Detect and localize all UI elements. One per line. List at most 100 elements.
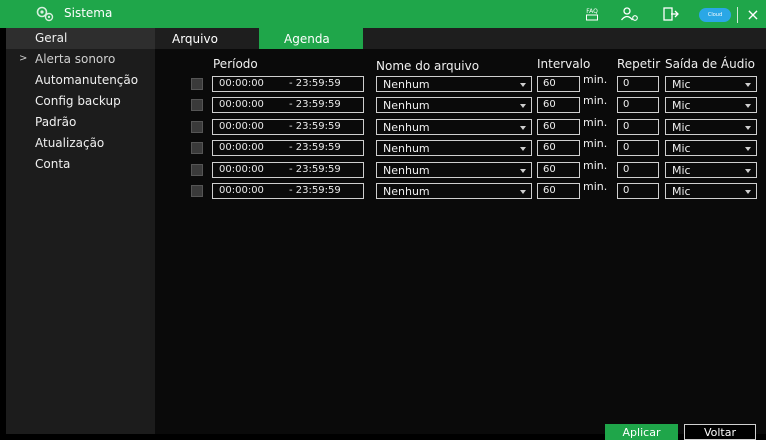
time-range-field[interactable]: 00:00:00 - 23:59:59 xyxy=(212,162,364,178)
end-time: - 23:59:59 xyxy=(289,164,341,175)
sidebar-item-padrao[interactable]: Padrão xyxy=(6,112,155,133)
apply-button[interactable]: Aplicar xyxy=(605,424,678,440)
window-title: Sistema xyxy=(64,6,113,20)
row-checkbox[interactable] xyxy=(191,142,203,154)
sidebar-item-atualizacao[interactable]: Atualização xyxy=(6,133,155,154)
sidebar-item-conta[interactable]: Conta xyxy=(6,154,155,175)
chevron-down-icon xyxy=(745,83,751,87)
faq-icon[interactable]: FAQ xyxy=(581,0,603,28)
audio-output-select[interactable]: Mic xyxy=(665,140,757,156)
chevron-down-icon xyxy=(520,83,526,87)
audio-select-value: Mic xyxy=(672,164,691,177)
start-time: 00:00:00 xyxy=(219,121,264,132)
header-repetir: Repetir xyxy=(617,57,661,71)
row-checkbox[interactable] xyxy=(191,164,203,176)
header-intervalo: Intervalo xyxy=(537,57,591,71)
audio-output-select[interactable]: Mic xyxy=(665,183,757,199)
users-settings-icon[interactable] xyxy=(618,0,642,28)
audio-output-select[interactable]: Mic xyxy=(665,119,757,135)
row-checkbox[interactable] xyxy=(191,121,203,133)
cloud-icon[interactable]: Cloud xyxy=(699,8,731,22)
chevron-down-icon xyxy=(745,169,751,173)
audio-select-value: Mic xyxy=(672,185,691,198)
gears-icon xyxy=(36,6,54,22)
main-panel: Arquivo Agenda Período Nome do arquivo I… xyxy=(155,28,766,440)
audio-select-value: Mic xyxy=(672,142,691,155)
title-bar: Sistema FAQ Cloud × xyxy=(0,0,766,28)
end-time: - 23:59:59 xyxy=(289,121,341,132)
time-range-field[interactable]: 00:00:00 - 23:59:59 xyxy=(212,97,364,113)
interval-unit: min. xyxy=(583,180,608,193)
back-button[interactable]: Voltar xyxy=(684,424,756,440)
repeat-input[interactable]: 0 xyxy=(617,140,659,156)
close-icon[interactable]: × xyxy=(743,0,763,28)
chevron-down-icon xyxy=(745,126,751,130)
file-select[interactable]: Nenhum xyxy=(376,119,532,135)
interval-unit: min. xyxy=(583,94,608,107)
sidebar-section-geral[interactable]: Geral xyxy=(6,28,155,49)
audio-select-value: Mic xyxy=(672,99,691,112)
repeat-input[interactable]: 0 xyxy=(617,76,659,92)
repeat-input[interactable]: 0 xyxy=(617,97,659,113)
file-select[interactable]: Nenhum xyxy=(376,140,532,156)
start-time: 00:00:00 xyxy=(219,164,264,175)
file-select-value: Nenhum xyxy=(383,99,430,112)
interval-input[interactable]: 60 xyxy=(537,119,580,135)
interval-input[interactable]: 60 xyxy=(537,76,580,92)
file-select[interactable]: Nenhum xyxy=(376,162,532,178)
end-time: - 23:59:59 xyxy=(289,142,341,153)
chevron-down-icon xyxy=(745,190,751,194)
table-row: 00:00:00 - 23:59:59 Nenhum 60 min. 0 Mic xyxy=(155,73,766,92)
interval-unit: min. xyxy=(583,159,608,172)
file-select[interactable]: Nenhum xyxy=(376,76,532,92)
start-time: 00:00:00 xyxy=(219,185,264,196)
sidebar-item-config-backup[interactable]: Config backup xyxy=(6,91,155,112)
chevron-down-icon xyxy=(745,147,751,151)
file-select[interactable]: Nenhum xyxy=(376,183,532,199)
audio-output-select[interactable]: Mic xyxy=(665,97,757,113)
tab-arquivo[interactable]: Arquivo xyxy=(155,28,259,49)
title-divider xyxy=(737,7,738,23)
interval-unit: min. xyxy=(583,73,608,86)
time-range-field[interactable]: 00:00:00 - 23:59:59 xyxy=(212,183,364,199)
interval-input[interactable]: 60 xyxy=(537,183,580,199)
sidebar: Geral > Alerta sonoro Automanutenção Con… xyxy=(6,28,155,434)
time-range-field[interactable]: 00:00:00 - 23:59:59 xyxy=(212,76,364,92)
repeat-input[interactable]: 0 xyxy=(617,119,659,135)
interval-input[interactable]: 60 xyxy=(537,140,580,156)
logout-icon[interactable] xyxy=(660,0,682,28)
file-select-value: Nenhum xyxy=(383,185,430,198)
sidebar-item-alerta-sonoro[interactable]: > Alerta sonoro xyxy=(6,49,155,70)
svg-text:FAQ: FAQ xyxy=(586,8,598,15)
tab-agenda[interactable]: Agenda xyxy=(259,28,363,49)
file-select-value: Nenhum xyxy=(383,164,430,177)
table-row: 00:00:00 - 23:59:59 Nenhum 60 min. 0 Mic xyxy=(155,159,766,178)
sidebar-item-automanutencao[interactable]: Automanutenção xyxy=(6,70,155,91)
audio-select-value: Mic xyxy=(672,78,691,91)
file-select[interactable]: Nenhum xyxy=(376,97,532,113)
time-range-field[interactable]: 00:00:00 - 23:59:59 xyxy=(212,140,364,156)
file-select-value: Nenhum xyxy=(383,142,430,155)
repeat-input[interactable]: 0 xyxy=(617,183,659,199)
chevron-down-icon xyxy=(520,126,526,130)
repeat-input[interactable]: 0 xyxy=(617,162,659,178)
table-row: 00:00:00 - 23:59:59 Nenhum 60 min. 0 Mic xyxy=(155,180,766,199)
file-select-value: Nenhum xyxy=(383,78,430,91)
table-row: 00:00:00 - 23:59:59 Nenhum 60 min. 0 Mic xyxy=(155,94,766,113)
row-checkbox[interactable] xyxy=(191,78,203,90)
interval-unit: min. xyxy=(583,116,608,129)
chevron-right-icon: > xyxy=(19,53,28,64)
start-time: 00:00:00 xyxy=(219,78,264,89)
audio-output-select[interactable]: Mic xyxy=(665,162,757,178)
chevron-down-icon xyxy=(520,104,526,108)
header-periodo: Período xyxy=(213,57,258,71)
row-checkbox[interactable] xyxy=(191,185,203,197)
chevron-down-icon xyxy=(520,147,526,151)
interval-input[interactable]: 60 xyxy=(537,162,580,178)
time-range-field[interactable]: 00:00:00 - 23:59:59 xyxy=(212,119,364,135)
header-nome-arquivo: Nome do arquivo xyxy=(376,59,480,73)
audio-output-select[interactable]: Mic xyxy=(665,76,757,92)
interval-input[interactable]: 60 xyxy=(537,97,580,113)
start-time: 00:00:00 xyxy=(219,99,264,110)
row-checkbox[interactable] xyxy=(191,99,203,111)
